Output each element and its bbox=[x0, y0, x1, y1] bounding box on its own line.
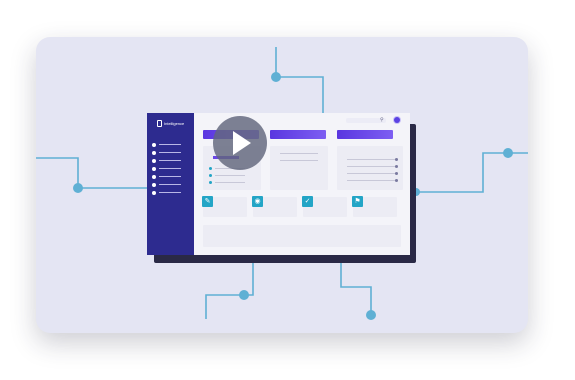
sidebar-item-7[interactable] bbox=[152, 190, 184, 195]
tile-flag[interactable]: ⚑ bbox=[352, 196, 397, 217]
list-bullet-icon bbox=[209, 181, 212, 184]
row-bullet-icon bbox=[395, 172, 398, 175]
nav-bullet-icon bbox=[152, 158, 156, 163]
nav-label-placeholder bbox=[159, 184, 181, 185]
list-line bbox=[215, 175, 245, 176]
content-panel-bottom bbox=[203, 225, 401, 247]
tile-edit[interactable]: ✎ bbox=[202, 196, 247, 217]
logo-text: Intelligence bbox=[164, 121, 185, 126]
list-bullet-icon bbox=[209, 174, 212, 177]
play-icon bbox=[233, 131, 251, 155]
eye-icon: ◉ bbox=[252, 196, 263, 207]
panel-line bbox=[347, 159, 397, 160]
tile-check[interactable]: ✓ bbox=[302, 196, 347, 217]
sidebar-item-4[interactable] bbox=[152, 166, 184, 171]
sidebar-item-5[interactable] bbox=[152, 174, 184, 179]
header-bar-3 bbox=[337, 130, 393, 139]
check-icon: ✓ bbox=[302, 196, 313, 207]
sidebar: Intelligence bbox=[147, 113, 194, 255]
panel-line bbox=[347, 180, 397, 181]
list-bullet-icon bbox=[209, 167, 212, 170]
panel-line bbox=[347, 166, 397, 167]
play-button[interactable] bbox=[213, 116, 267, 170]
row-bullet-icon bbox=[395, 179, 398, 182]
nav-label-placeholder bbox=[159, 168, 181, 169]
tile-view[interactable]: ◉ bbox=[252, 196, 297, 217]
avatar[interactable] bbox=[394, 117, 400, 123]
panel-right bbox=[337, 146, 403, 190]
row-bullet-icon bbox=[395, 158, 398, 161]
nav-bullet-icon bbox=[152, 174, 156, 179]
nav-label-placeholder bbox=[159, 160, 181, 161]
nav-bullet-icon bbox=[152, 150, 156, 155]
dashboard-window: Intelligence ⚲ ✎ ◉ ✓ ⚑ bbox=[147, 113, 410, 255]
nav-label-placeholder bbox=[159, 144, 181, 145]
logo: Intelligence bbox=[157, 120, 184, 127]
sidebar-item-1[interactable] bbox=[152, 142, 184, 147]
panel-line bbox=[280, 160, 318, 161]
panel-middle bbox=[270, 146, 328, 190]
header-bar-2 bbox=[270, 130, 326, 139]
nav-label-placeholder bbox=[159, 176, 181, 177]
sidebar-item-3[interactable] bbox=[152, 158, 184, 163]
panel-line bbox=[347, 173, 397, 174]
nav-bullet-icon bbox=[152, 190, 156, 195]
list-line bbox=[215, 182, 245, 183]
video-thumbnail-card[interactable]: Intelligence ⚲ ✎ ◉ ✓ ⚑ bbox=[36, 37, 528, 333]
nav-bullet-icon bbox=[152, 142, 156, 147]
nav-label-placeholder bbox=[159, 152, 181, 153]
nav-bullet-icon bbox=[152, 166, 156, 171]
search-icon[interactable]: ⚲ bbox=[380, 118, 385, 123]
sidebar-item-2[interactable] bbox=[152, 150, 184, 155]
page-stage: Intelligence ⚲ ✎ ◉ ✓ ⚑ bbox=[0, 0, 575, 380]
sidebar-item-6[interactable] bbox=[152, 182, 184, 187]
nav-label-placeholder bbox=[159, 192, 181, 193]
edit-icon: ✎ bbox=[202, 196, 213, 207]
nav-bullet-icon bbox=[152, 182, 156, 187]
logo-icon bbox=[157, 120, 162, 127]
flag-icon: ⚑ bbox=[352, 196, 363, 207]
panel-line bbox=[280, 153, 318, 154]
row-bullet-icon bbox=[395, 165, 398, 168]
